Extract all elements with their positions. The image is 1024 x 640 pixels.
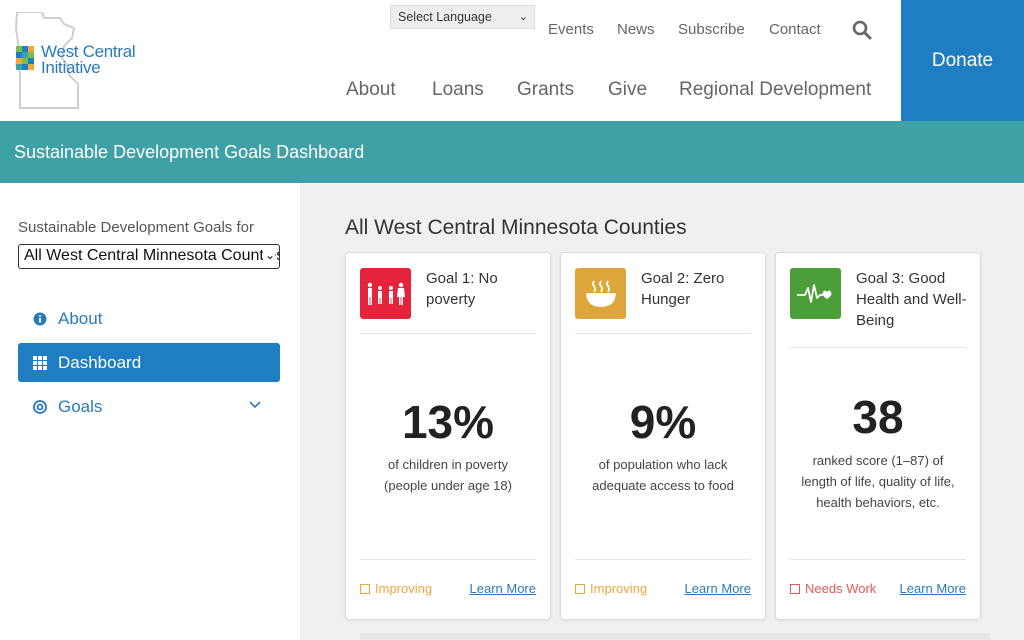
learn-more-link[interactable]: Learn More xyxy=(685,581,751,596)
goal-card-1: Goal 1: No poverty 13% of children in po… xyxy=(345,252,551,620)
status-badge: Improving xyxy=(360,581,432,596)
goal-metric: 13% xyxy=(401,396,495,448)
divider xyxy=(360,333,536,334)
grid-icon xyxy=(33,355,47,370)
region-select-value: All West Central Minnesota Counties xyxy=(24,247,280,264)
logo-text: West Central Initiative xyxy=(41,43,136,77)
status-square-icon xyxy=(575,583,585,594)
divider xyxy=(790,559,966,560)
goal-metric: 38 xyxy=(852,391,904,443)
nav-loans[interactable]: Loans xyxy=(432,79,484,101)
site-header: West Central Initiative Select Language … xyxy=(0,0,1024,121)
nav-contact[interactable]: Contact xyxy=(769,21,821,38)
goal-description: of population who lack adequate access t… xyxy=(592,457,734,493)
sidebar-item-label: Goals xyxy=(58,396,103,416)
logo-line2: Initiative xyxy=(41,58,101,77)
region-label: Sustainable Development Goals for xyxy=(18,219,254,236)
chevron-down-icon: ⌄ xyxy=(518,11,528,23)
goal-title: Goal 1: No poverty xyxy=(426,270,498,308)
next-row-cards-edge xyxy=(360,633,990,640)
goal-metric: 9% xyxy=(629,396,697,448)
status-label: Improving xyxy=(375,581,433,596)
info-icon xyxy=(33,312,47,326)
page-banner: Sustainable Development Goals Dashboard xyxy=(0,121,1024,183)
target-icon xyxy=(33,399,47,414)
nav-give[interactable]: Give xyxy=(608,79,647,101)
sidebar-item-dashboard[interactable]: Dashboard xyxy=(18,343,280,382)
sidebar-item-about[interactable]: About xyxy=(18,299,280,338)
nav-news[interactable]: News xyxy=(617,21,655,38)
nav-about[interactable]: About xyxy=(346,79,396,101)
sidebar-item-label: About xyxy=(58,308,103,328)
learn-more-link[interactable]: Learn More xyxy=(900,581,966,596)
status-square-icon xyxy=(360,583,370,594)
heartbeat-icon xyxy=(790,268,841,319)
goal-title: Goal 3: Good Health and Well-Being xyxy=(856,270,967,329)
bowl-icon xyxy=(575,268,626,319)
page-title: All West Central Minnesota Counties xyxy=(345,216,687,239)
nav-subscribe[interactable]: Subscribe xyxy=(678,21,745,38)
chevron-down-icon[interactable] xyxy=(248,398,262,412)
family-icon xyxy=(360,268,411,319)
nav-regional-development[interactable]: Regional Development xyxy=(679,79,871,101)
main-content: All West Central Minnesota Counties Goal… xyxy=(300,183,1024,640)
banner-title: Sustainable Development Goals Dashboard xyxy=(14,142,365,162)
goal-description: of children in poverty (people under age… xyxy=(384,457,512,493)
status-square-icon xyxy=(790,583,800,594)
learn-more-link[interactable]: Learn More xyxy=(470,581,536,596)
chevron-down-icon: ⌄ xyxy=(262,248,275,262)
sidebar: Sustainable Development Goals for All We… xyxy=(0,183,300,640)
logo[interactable]: West Central Initiative xyxy=(12,12,142,110)
status-label: Needs Work xyxy=(805,581,877,596)
search-icon[interactable] xyxy=(852,20,872,40)
nav-grants[interactable]: Grants xyxy=(517,79,574,101)
language-select-value: Select Language xyxy=(398,10,492,24)
donate-button[interactable]: Donate xyxy=(901,0,1024,121)
sidebar-item-goals[interactable]: Goals xyxy=(18,387,280,426)
divider xyxy=(575,559,751,560)
region-select[interactable]: All West Central Minnesota Counties ⌄ xyxy=(18,244,280,269)
status-badge: Needs Work xyxy=(790,581,876,596)
status-badge: Improving xyxy=(575,581,647,596)
status-label: Improving xyxy=(590,581,648,596)
goal-description: ranked score (1–87) of length of life, q… xyxy=(801,453,955,510)
goal-card-3: Goal 3: Good Health and Well-Being 38 ra… xyxy=(775,252,981,620)
goal-card-2: Goal 2: Zero Hunger 9% of population who… xyxy=(560,252,766,620)
language-select[interactable]: Select Language ⌄ xyxy=(390,5,535,29)
nav-events[interactable]: Events xyxy=(548,21,594,38)
divider xyxy=(360,559,536,560)
sidebar-item-label: Dashboard xyxy=(58,352,142,372)
goal-title: Goal 2: Zero Hunger xyxy=(641,270,725,308)
divider xyxy=(790,347,966,348)
divider xyxy=(575,333,751,334)
